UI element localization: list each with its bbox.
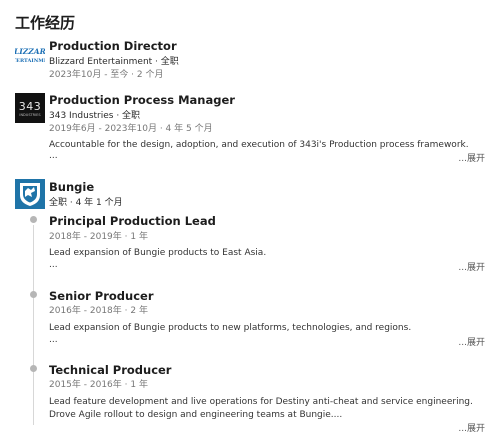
company-tenure: 全职 · 4 年 1 个月 (49, 198, 123, 208)
role-dates: 2018年 - 2019年 · 1 年 (49, 232, 148, 242)
role-description: Drove Agile rollout to design and engine… (49, 410, 343, 420)
job-dates: 2019年6月 - 2023年10月 · 4 年 5 个月 (49, 124, 213, 134)
role-title[interactable]: Technical Producer (49, 363, 171, 377)
company-title[interactable]: Bungie (49, 180, 94, 194)
description-ellipsis: ... (49, 151, 58, 161)
job-dates: 2023年10月 - 至今 · 2 个月 (49, 70, 164, 80)
timeline-dot (30, 291, 37, 298)
role-title[interactable]: Principal Production Lead (49, 214, 216, 228)
job-description: Accountable for the design, adoption, an… (49, 140, 469, 150)
role-description: Lead expansion of Bungie products to Eas… (49, 248, 267, 258)
bungie-logo[interactable] (15, 179, 45, 209)
timeline-dot (30, 365, 37, 372)
job-title[interactable]: Production Director (49, 39, 177, 53)
role-title[interactable]: Senior Producer (49, 289, 154, 303)
page-title: 工作经历 (15, 14, 76, 32)
job-title[interactable]: Production Process Manager (49, 93, 235, 107)
timeline-dot (30, 216, 37, 223)
expand-button[interactable]: ...展开 (458, 151, 485, 164)
role-dates: 2015年 - 2016年 · 1 年 (49, 380, 148, 390)
description-ellipsis: ... (49, 335, 58, 345)
svg-text:BLIZZARD: BLIZZARD (15, 47, 45, 56)
expand-button[interactable]: ...展开 (458, 421, 485, 434)
company-name: Blizzard Entertainment · 全职 (49, 57, 179, 67)
description-ellipsis: ... (49, 260, 58, 270)
expand-button[interactable]: ...展开 (458, 260, 485, 273)
timeline-line (33, 225, 34, 425)
expand-button[interactable]: ...展开 (458, 335, 485, 348)
343-industries-logo[interactable]: 343 INDUSTRIES (15, 93, 45, 123)
role-description: Lead expansion of Bungie products to new… (49, 323, 412, 333)
svg-text:ENTERTAINMENT: ENTERTAINMENT (15, 58, 45, 64)
role-dates: 2016年 - 2018年 · 2 年 (49, 306, 148, 316)
company-name: 343 Industries · 全职 (49, 111, 141, 121)
svg-text:INDUSTRIES: INDUSTRIES (19, 113, 41, 117)
role-description: Lead feature development and live operat… (49, 397, 473, 407)
svg-text:343: 343 (19, 100, 42, 113)
blizzard-logo[interactable]: BLIZZARD ENTERTAINMENT (15, 40, 45, 70)
